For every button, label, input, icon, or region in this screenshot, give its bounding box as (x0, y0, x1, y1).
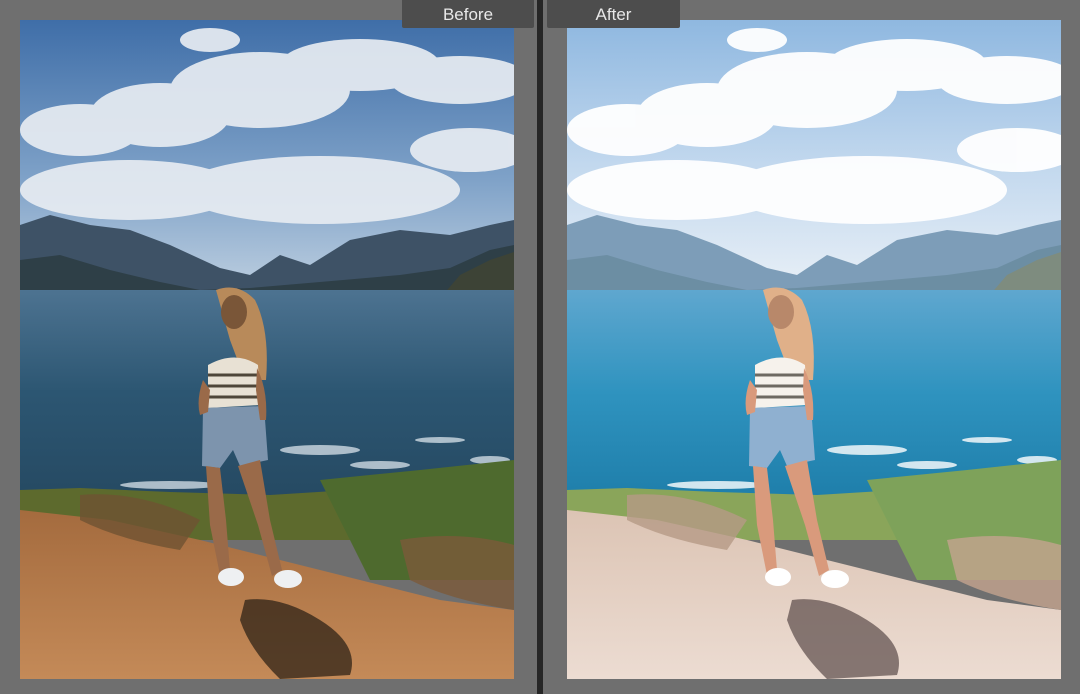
after-photo[interactable] (567, 20, 1061, 679)
after-photo-image (567, 20, 1061, 679)
before-photo[interactable] (20, 20, 514, 679)
after-panel: After (543, 0, 1080, 694)
before-panel: Before (0, 0, 537, 694)
comparison-workspace: Before After (0, 0, 1080, 694)
after-label: After (547, 0, 680, 28)
before-label: Before (402, 0, 534, 28)
before-photo-image (20, 20, 514, 679)
